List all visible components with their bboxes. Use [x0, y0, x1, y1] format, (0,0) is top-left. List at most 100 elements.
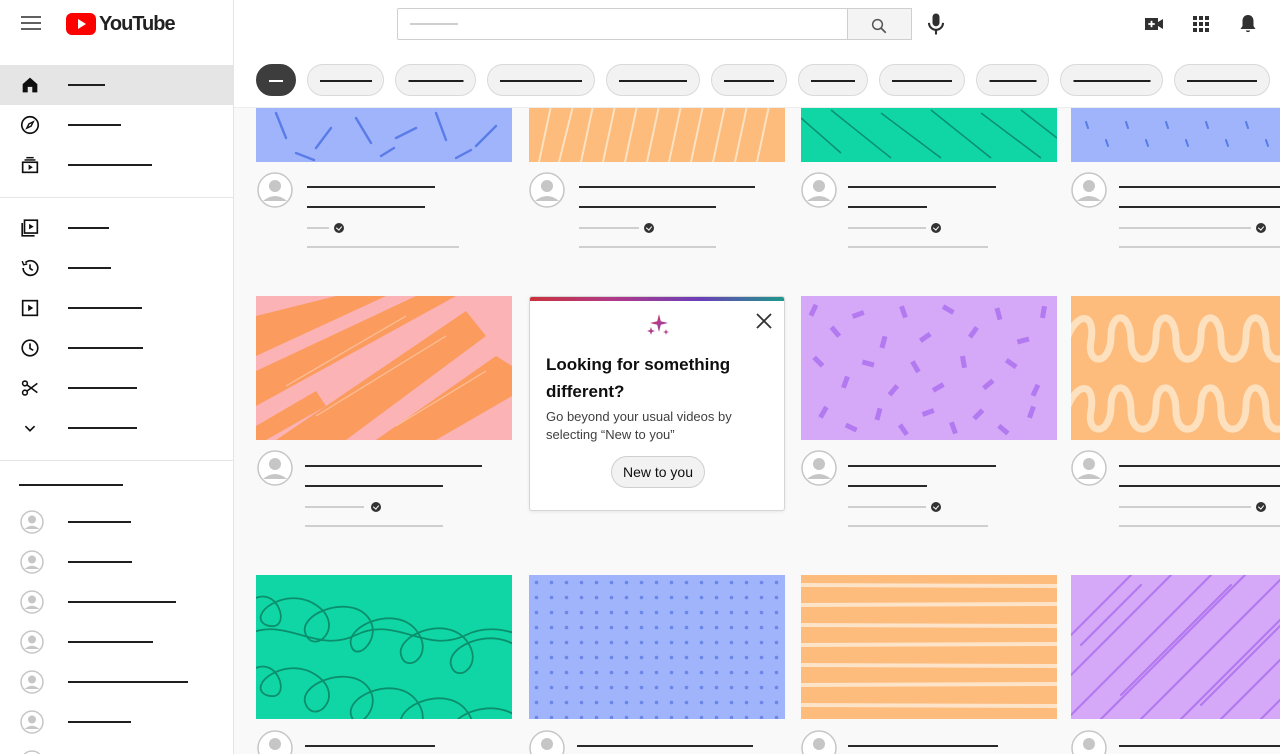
channel-avatar[interactable] — [257, 450, 293, 486]
channel-avatar[interactable] — [529, 730, 565, 754]
sidebar-channel-item[interactable] — [0, 622, 233, 662]
video-title-line[interactable] — [307, 186, 435, 188]
close-icon[interactable] — [754, 311, 774, 331]
youtube-play-logo-icon — [66, 13, 96, 35]
video-title-line[interactable] — [579, 206, 716, 208]
channel-avatar[interactable] — [257, 730, 293, 754]
video-title-line[interactable] — [848, 206, 927, 208]
channel-name-line[interactable] — [307, 227, 329, 229]
video-title-line[interactable] — [305, 485, 443, 487]
video-thumbnail[interactable] — [256, 575, 512, 719]
bell-icon[interactable] — [1236, 12, 1260, 36]
verified-icon — [1256, 502, 1266, 512]
video-thumbnail[interactable] — [801, 108, 1057, 162]
video-thumbnail[interactable] — [1071, 108, 1280, 162]
create-video-icon[interactable] — [1142, 12, 1166, 36]
sidebar-item-clips[interactable] — [0, 368, 233, 408]
video-title-line[interactable] — [1119, 465, 1280, 467]
video-title-line[interactable] — [848, 745, 998, 747]
channel-name-line[interactable] — [848, 506, 926, 508]
video-title-line[interactable] — [305, 745, 435, 747]
channel-name-line[interactable] — [579, 227, 639, 229]
filter-chip[interactable] — [798, 64, 868, 96]
filter-chip[interactable] — [395, 64, 476, 96]
video-thumbnail[interactable] — [529, 108, 785, 162]
verified-icon — [371, 502, 381, 512]
video-stats-line — [579, 246, 716, 248]
video-thumbnail[interactable] — [1071, 575, 1280, 719]
channel-name-line[interactable] — [1119, 227, 1251, 229]
verified-icon — [1256, 223, 1266, 233]
sidebar-item-show-more[interactable] — [0, 408, 233, 448]
video-title-line[interactable] — [1119, 206, 1280, 208]
video-title-line[interactable] — [579, 186, 755, 188]
channel-avatar[interactable] — [257, 172, 293, 208]
channel-avatar[interactable] — [1071, 730, 1107, 754]
sidebar-channel-item[interactable] — [0, 502, 233, 542]
sidebar-item-label — [68, 164, 152, 166]
filter-chip[interactable] — [879, 64, 965, 96]
your-videos-icon — [21, 299, 39, 317]
video-title-line[interactable] — [1119, 186, 1280, 188]
mic-icon[interactable] — [922, 10, 950, 38]
channel-avatar[interactable] — [529, 172, 565, 208]
chip-all[interactable] — [256, 64, 296, 96]
video-thumbnail[interactable] — [256, 108, 512, 162]
sidebar-item-your-videos[interactable] — [0, 288, 233, 328]
channel-name-line[interactable] — [1119, 506, 1251, 508]
video-title-line[interactable] — [1119, 485, 1280, 487]
channel-name-line[interactable] — [305, 506, 364, 508]
sidebar-channel-item[interactable] — [0, 542, 233, 582]
video-thumbnail[interactable] — [529, 575, 785, 719]
video-title-line[interactable] — [848, 186, 996, 188]
new-to-you-button[interactable]: New to you — [611, 456, 705, 488]
logo-row: YouTube — [0, 0, 234, 48]
filter-chip[interactable] — [487, 64, 595, 96]
video-thumbnail[interactable] — [801, 296, 1057, 440]
sidebar-item-label — [68, 307, 142, 309]
sidebar-channel-item[interactable] — [0, 582, 233, 622]
hamburger-icon[interactable] — [21, 15, 41, 31]
video-thumbnail[interactable] — [256, 296, 512, 440]
avatar-icon — [20, 630, 44, 654]
video-title-line[interactable] — [577, 745, 753, 747]
filter-chips-bar — [234, 52, 1280, 108]
search-input[interactable] — [397, 8, 848, 40]
filter-chip[interactable] — [606, 64, 700, 96]
sidebar-item-history[interactable] — [0, 248, 233, 288]
filter-chip[interactable] — [711, 64, 787, 96]
channel-avatar[interactable] — [801, 172, 837, 208]
chip-label — [1073, 80, 1150, 82]
youtube-logo[interactable]: YouTube — [66, 12, 176, 36]
sidebar-item-library[interactable] — [0, 208, 233, 248]
sidebar-item-home[interactable] — [0, 65, 233, 105]
channel-name-line[interactable] — [848, 227, 926, 229]
channel-avatar[interactable] — [801, 450, 837, 486]
channel-avatar[interactable] — [1071, 450, 1107, 486]
sidebar-item-watch-later[interactable] — [0, 328, 233, 368]
video-title-line[interactable] — [848, 465, 996, 467]
video-title-line[interactable] — [848, 485, 927, 487]
channel-avatar[interactable] — [801, 730, 837, 754]
video-thumbnail[interactable] — [801, 575, 1057, 719]
sidebar-channel-item[interactable] — [0, 742, 233, 754]
video-title-line[interactable] — [1119, 745, 1280, 747]
sidebar-channel-item[interactable] — [0, 662, 233, 702]
sidebar-channel-item[interactable] — [0, 702, 233, 742]
filter-chip[interactable] — [307, 64, 384, 96]
filter-chip[interactable] — [1174, 64, 1270, 96]
video-title-line[interactable] — [305, 465, 482, 467]
video-thumbnail[interactable] — [1071, 296, 1280, 440]
video-title-line[interactable] — [307, 206, 425, 208]
apps-icon[interactable] — [1189, 12, 1213, 36]
filter-chip[interactable] — [976, 64, 1049, 96]
sidebar-item-label — [68, 601, 176, 603]
sidebar-item-explore[interactable] — [0, 105, 233, 145]
filter-chip[interactable] — [1060, 64, 1163, 96]
clips-icon — [21, 380, 38, 396]
sidebar-item-subscriptions[interactable] — [0, 145, 233, 185]
video-stats-line — [1119, 246, 1280, 248]
channel-avatar[interactable] — [1071, 172, 1107, 208]
search-button[interactable] — [848, 8, 912, 40]
home-icon — [22, 77, 38, 93]
